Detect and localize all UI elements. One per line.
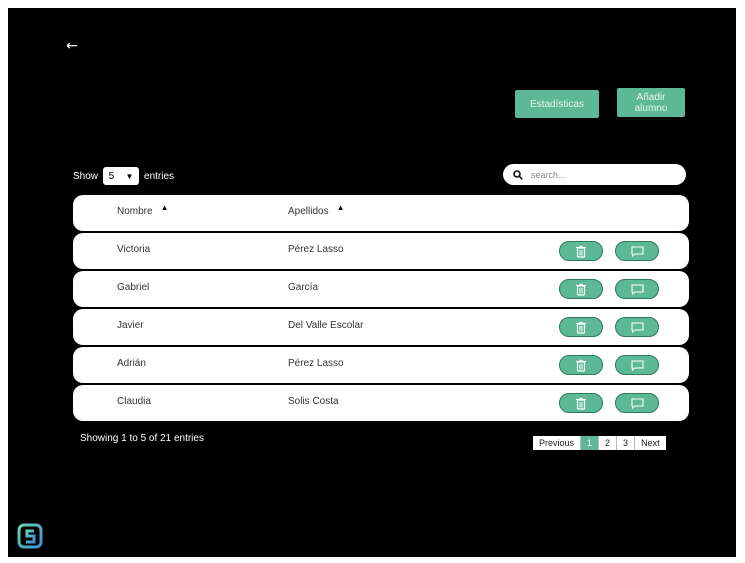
comment-button[interactable]	[615, 241, 659, 261]
sort-asc-icon: ▲	[336, 203, 345, 212]
table-row: Gabriel García	[73, 271, 689, 307]
message-icon	[630, 283, 644, 295]
cell-apellidos: Pérez Lasso	[288, 244, 344, 255]
message-icon	[630, 359, 644, 371]
trash-icon	[576, 321, 586, 334]
trash-icon	[576, 283, 586, 296]
pagination: Previous 1 2 3 Next	[533, 436, 666, 450]
show-label: Show	[73, 170, 99, 182]
search-icon	[513, 169, 523, 180]
pagination-previous[interactable]: Previous	[533, 436, 582, 450]
entries-select[interactable]: 5 ▼	[103, 167, 140, 185]
delete-button[interactable]	[559, 279, 603, 299]
trash-icon	[576, 245, 586, 258]
entries-value: 5	[108, 170, 115, 182]
delete-button[interactable]	[559, 317, 603, 337]
entries-label: entries	[144, 170, 175, 182]
search-input[interactable]	[529, 168, 673, 181]
table-row: Javier Del Valle Escolar	[73, 309, 689, 345]
message-icon	[630, 245, 644, 257]
cell-apellidos: García	[288, 282, 319, 293]
cell-nombre: Gabriel	[117, 282, 150, 293]
column-header-apellidos[interactable]: Apellidos ▲	[288, 203, 345, 217]
comment-button[interactable]	[615, 393, 659, 413]
delete-button[interactable]	[559, 241, 603, 261]
comment-button[interactable]	[615, 317, 659, 337]
comment-button[interactable]	[615, 279, 659, 299]
trash-icon	[576, 359, 586, 372]
caret-down-icon: ▼	[125, 171, 134, 181]
add-student-button[interactable]: Añadir alumno	[617, 88, 685, 117]
pagination-page-3[interactable]: 3	[617, 436, 636, 450]
cell-apellidos: Pérez Lasso	[288, 358, 344, 369]
cell-nombre: Adrián	[117, 358, 146, 369]
cell-nombre: Javier	[117, 320, 144, 331]
cell-apellidos: Solis Costa	[288, 396, 339, 407]
pagination-page-1[interactable]: 1	[581, 436, 600, 450]
app-logo-icon	[16, 522, 46, 557]
estadisticas-button[interactable]: Estadísticas	[515, 90, 599, 118]
back-arrow-icon[interactable]: ←	[66, 38, 78, 54]
message-icon	[630, 321, 644, 333]
cell-nombre: Claudia	[117, 396, 151, 407]
entries-info: Showing 1 to 5 of 21 entries	[80, 433, 204, 444]
delete-button[interactable]	[559, 393, 603, 413]
search-box[interactable]	[503, 164, 686, 185]
message-icon	[630, 397, 644, 409]
comment-button[interactable]	[615, 355, 659, 375]
delete-button[interactable]	[559, 355, 603, 375]
trash-icon	[576, 397, 586, 410]
pagination-next[interactable]: Next	[635, 436, 666, 450]
table-row: Claudia Solis Costa	[73, 385, 689, 421]
column-header-nombre[interactable]: Nombre ▲	[117, 203, 169, 217]
table-row: Adrián Pérez Lasso	[73, 347, 689, 383]
table-header: Nombre ▲ Apellidos ▲	[73, 195, 689, 231]
pagination-page-2[interactable]: 2	[599, 436, 618, 450]
cell-nombre: Victoria	[117, 244, 151, 255]
table-row: Victoria Pérez Lasso	[73, 233, 689, 269]
sort-asc-icon: ▲	[160, 203, 169, 212]
entries-control: Show 5 ▼ entries	[73, 167, 174, 185]
cell-apellidos: Del Valle Escolar	[288, 320, 364, 331]
